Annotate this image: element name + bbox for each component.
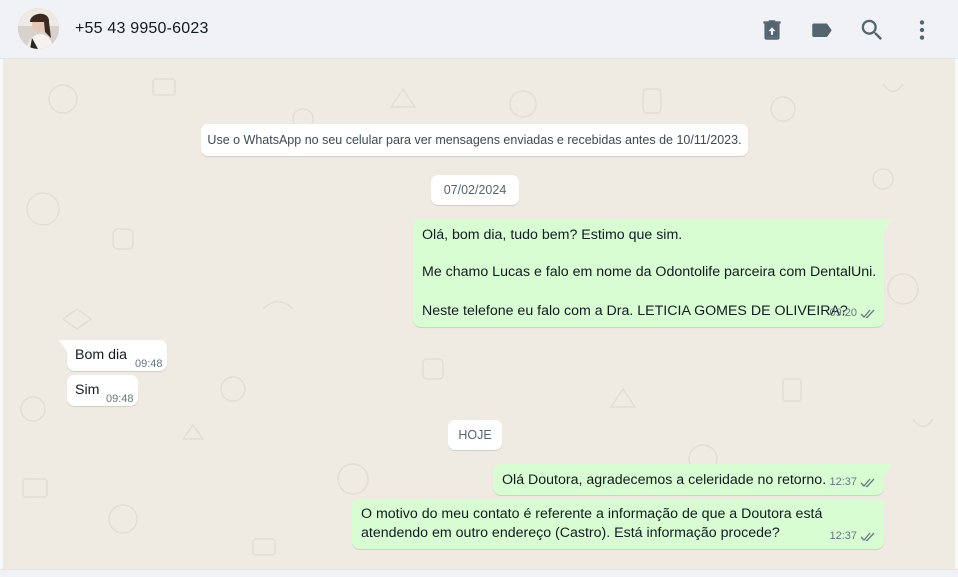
message-time: 12:37: [829, 476, 857, 488]
message-time: 09:20: [829, 307, 857, 319]
message-time: 09:48: [135, 355, 163, 374]
date-separator-today: HOJE: [448, 420, 502, 450]
message-bubble-incoming[interactable]: Bom dia 09:48: [59, 340, 167, 374]
delete-icon[interactable]: [759, 17, 785, 43]
message-meta: 09:20: [829, 304, 876, 323]
bubble-tail: [884, 464, 892, 476]
message-text: atendendo em outro endereço (Castro). Es…: [361, 525, 780, 541]
message-time: 12:37: [829, 530, 857, 542]
message-text: Sim: [75, 382, 100, 398]
message-text: Bom dia: [75, 347, 128, 363]
menu-icon[interactable]: [909, 17, 935, 43]
message-bubble-outgoing[interactable]: Olá, bom dia, tudo bem? Estimo que sim. …: [413, 219, 892, 327]
contact-avatar[interactable]: [18, 8, 59, 49]
message-time-value: 09:48: [135, 358, 163, 370]
message-text: Neste telefone eu falo com a Dra. LETICI…: [422, 303, 848, 319]
message-text: Olá, bom dia, tudo bem? Estimo que sim.: [422, 227, 683, 243]
bubble-tail: [884, 219, 892, 231]
contact-name[interactable]: +55 43 9950-6023: [75, 20, 209, 38]
message-bubble-outgoing[interactable]: Olá Doutora, agradecemos a celeridade no…: [493, 464, 892, 495]
message-time-value: 09:48: [106, 393, 134, 405]
encryption-notice: Use o WhatsApp no seu celular para ver m…: [201, 124, 748, 156]
chat-header: +55 43 9950-6023: [0, 0, 958, 59]
double-check-icon: [860, 532, 875, 542]
message-meta: 12:37: [829, 527, 876, 546]
double-check-icon: [860, 309, 875, 319]
double-check-icon: [860, 478, 875, 488]
message-text: Me chamo Lucas e falo em nome da Odontol…: [422, 264, 877, 280]
bubble-tail: [59, 340, 67, 352]
search-icon[interactable]: [859, 17, 885, 43]
message-text: Olá Doutora, agradecemos a celeridade no…: [502, 472, 827, 488]
message-bubble-incoming[interactable]: Sim 09:48: [67, 375, 138, 406]
message-text: O motivo do meu contato é referente a in…: [361, 506, 823, 522]
label-icon[interactable]: [809, 17, 835, 43]
date-separator: 07/02/2024: [431, 175, 519, 205]
message-meta: 12:37: [829, 473, 876, 492]
message-bubble-outgoing[interactable]: O motivo do meu contato é referente a in…: [352, 499, 884, 549]
message-time: 09:48: [106, 390, 134, 409]
composer-edge: [0, 569, 958, 577]
